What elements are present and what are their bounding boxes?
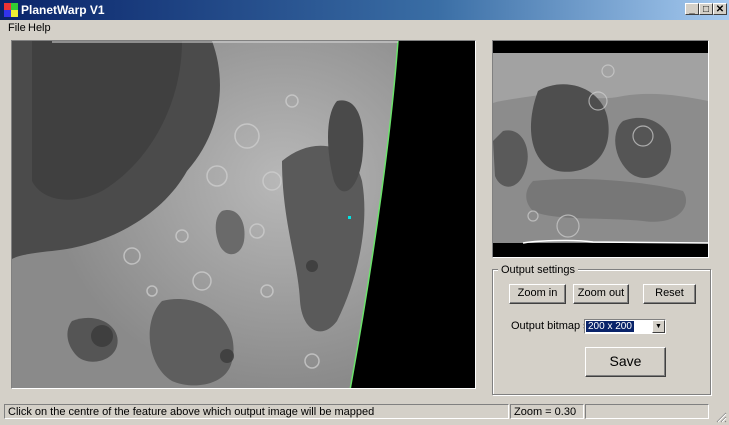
status-extra [585, 404, 709, 419]
status-zoom: Zoom = 0.30 [510, 404, 584, 419]
selection-marker [348, 216, 351, 219]
output-bitmap-size-value: 200 x 200 [586, 321, 634, 332]
zoom-out-button[interactable]: Zoom out [573, 284, 629, 304]
title-bar: PlanetWarp V1 _ □ ✕ [0, 0, 729, 20]
window-title: PlanetWarp V1 [21, 3, 105, 17]
menu-bar: File Help [0, 20, 729, 38]
close-button[interactable]: ✕ [713, 3, 727, 15]
chevron-down-icon[interactable]: ▼ [652, 320, 665, 333]
output-preview [492, 40, 709, 258]
minimize-button[interactable]: _ [685, 3, 699, 15]
zoom-in-button[interactable]: Zoom in [509, 284, 566, 304]
status-message: Click on the centre of the feature above… [4, 404, 509, 419]
output-bitmap-size-select[interactable]: 200 x 200 ▼ [584, 319, 666, 334]
menu-help[interactable]: Help [27, 22, 52, 34]
maximize-button[interactable]: □ [699, 3, 713, 15]
planet-image-viewer[interactable] [11, 40, 476, 389]
moon-image [12, 41, 399, 388]
output-settings-label: Output settings [498, 264, 578, 276]
status-bar: Click on the centre of the feature above… [0, 402, 729, 425]
reset-button[interactable]: Reset [643, 284, 696, 304]
app-icon [4, 3, 18, 17]
menu-file[interactable]: File [7, 22, 27, 34]
resize-grip-icon[interactable] [715, 411, 727, 423]
save-button[interactable]: Save [585, 347, 666, 377]
warped-output-image [493, 53, 708, 244]
